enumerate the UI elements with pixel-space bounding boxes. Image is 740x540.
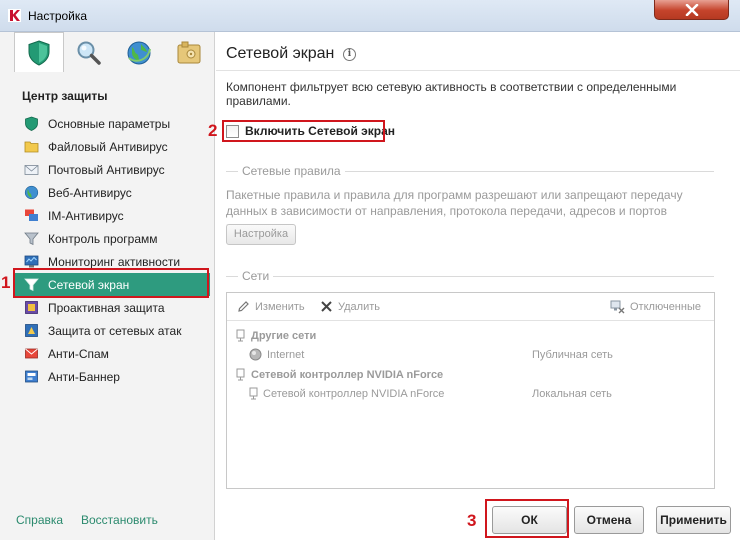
rules-group-title: Сетевые правила xyxy=(238,164,345,178)
networks-group-line xyxy=(226,276,714,277)
rules-group-description: Пакетные правила и правила для программ … xyxy=(226,188,683,234)
sidebar-item-label: Сетевой экран xyxy=(48,277,130,292)
networks-toolbar: Изменить Удалить Отключенные xyxy=(227,293,714,321)
annotation-number: 1 xyxy=(1,273,11,292)
close-icon xyxy=(685,4,699,16)
annotation-number: 2 xyxy=(208,121,218,140)
tab-update[interactable] xyxy=(114,34,164,72)
network-type: Публичная сеть xyxy=(532,348,613,361)
info-icon[interactable]: i xyxy=(343,48,356,61)
sidebar-item-antispam[interactable]: Анти-Спам xyxy=(14,342,210,365)
sidebar-item-app-control[interactable]: Контроль программ xyxy=(14,227,210,250)
network-name: Сетевой контроллер NVIDIA nForce xyxy=(263,387,445,400)
kaspersky-logo-icon xyxy=(8,9,21,22)
close-button[interactable] xyxy=(654,0,729,20)
tab-scan[interactable] xyxy=(64,34,114,72)
sidebar-item-label: Проактивная защита xyxy=(48,300,165,315)
mail-icon xyxy=(24,165,39,175)
disconnected-network-icon xyxy=(610,300,625,314)
im-icon xyxy=(25,209,38,221)
sidebar-item-proactive[interactable]: Проактивная защита xyxy=(14,296,210,319)
sidebar-item-label: IM-Антивирус xyxy=(48,208,124,223)
edit-label: Изменить xyxy=(255,300,305,313)
title-separator xyxy=(216,70,740,71)
magnifier-icon xyxy=(77,41,101,65)
sidebar-item-activity-monitor[interactable]: Мониторинг активности xyxy=(14,250,210,273)
network-group-label: Другие сети xyxy=(251,329,317,342)
globe-icon xyxy=(127,41,151,65)
sidebar-item-label: Контроль программ xyxy=(48,231,158,246)
network-row[interactable]: Сетевой контроллер NVIDIA nForce Локальн… xyxy=(249,387,709,400)
apply-button[interactable]: Применить xyxy=(656,506,731,534)
enable-firewall-label[interactable]: Включить Сетевой экран xyxy=(245,124,395,138)
disconnected-label: Отключенные xyxy=(630,301,701,313)
sidebar-item-label: Анти-Спам xyxy=(48,346,109,361)
annotation-number: 3 xyxy=(467,511,477,530)
disconnected-networks-button[interactable]: Отключенные xyxy=(610,300,701,314)
tab-additional[interactable] xyxy=(164,34,214,72)
page-title: Сетевой экран xyxy=(226,45,335,62)
sidebar-item-network-attack[interactable]: Защита от сетевых атак xyxy=(14,319,210,342)
network-adapter-icon xyxy=(249,387,258,400)
network-type: Локальная сеть xyxy=(532,387,612,400)
sidebar-item-file-antivirus[interactable]: Файловый Антивирус xyxy=(14,135,210,158)
proactive-icon xyxy=(25,301,38,314)
firewall-icon xyxy=(24,278,39,292)
edit-network-button[interactable]: Изменить xyxy=(237,300,305,313)
shield-icon xyxy=(25,116,38,131)
window-title: Настройка xyxy=(28,9,88,23)
sidebar-item-label: Файловый Антивирус xyxy=(48,139,168,154)
sidebar-item-label: Мониторинг активности xyxy=(48,254,181,269)
sidebar: Центр защиты Основные параметры Файловый… xyxy=(0,32,215,540)
safe-icon xyxy=(177,41,201,64)
sidebar-item-label: Веб-Антивирус xyxy=(48,185,132,200)
cancel-button[interactable]: Отмена xyxy=(574,506,644,534)
sidebar-item-label: Основные параметры xyxy=(48,116,171,131)
ok-button[interactable]: ОК xyxy=(492,506,567,534)
network-group-other[interactable]: Другие сети xyxy=(236,329,316,342)
sidebar-item-antibanner[interactable]: Анти-Баннер xyxy=(14,365,210,388)
enable-firewall-checkbox-row[interactable]: Включить Сетевой экран xyxy=(226,124,395,138)
networks-group-title: Сети xyxy=(238,269,274,283)
network-name: Internet xyxy=(267,348,305,361)
network-group-nvidia[interactable]: Сетевой контроллер NVIDIA nForce xyxy=(236,368,443,381)
restore-link[interactable]: Восстановить xyxy=(81,513,158,527)
sidebar-nav: Основные параметры Файловый Антивирус По… xyxy=(14,112,210,388)
pencil-icon xyxy=(238,301,249,312)
antibanner-icon xyxy=(25,370,38,383)
help-link[interactable]: Справка xyxy=(16,513,63,527)
network-adapter-icon xyxy=(236,368,245,381)
sidebar-tabs xyxy=(8,32,215,72)
network-attack-icon xyxy=(25,324,38,337)
globe-icon xyxy=(24,185,39,200)
network-adapter-icon xyxy=(236,329,245,342)
sidebar-item-label: Анти-Баннер xyxy=(48,369,120,384)
sidebar-item-general[interactable]: Основные параметры xyxy=(14,112,210,135)
sidebar-item-label: Почтовый Антивирус xyxy=(48,162,165,177)
rules-settings-button[interactable]: Настройка xyxy=(226,224,296,245)
section-title: Центр защиты xyxy=(22,89,108,103)
antispam-icon xyxy=(25,348,38,359)
folder-icon xyxy=(24,141,39,153)
sidebar-item-mail-antivirus[interactable]: Почтовый Антивирус xyxy=(14,158,210,181)
monitor-icon xyxy=(24,255,39,268)
main-panel: Сетевой экран i Компонент фильтрует всю … xyxy=(216,32,740,540)
delete-label: Удалить xyxy=(338,300,380,313)
component-description: Компонент фильтрует всю сетевую активнос… xyxy=(226,80,677,108)
sidebar-item-web-antivirus[interactable]: Веб-Антивирус xyxy=(14,181,210,204)
internet-globe-icon xyxy=(249,348,262,361)
filter-icon xyxy=(24,232,39,246)
sidebar-item-firewall[interactable]: Сетевой экран xyxy=(14,273,210,296)
tab-protection-center[interactable] xyxy=(14,32,64,72)
sidebar-item-im-antivirus[interactable]: IM-Антивирус xyxy=(14,204,210,227)
delete-icon xyxy=(321,301,332,312)
enable-firewall-checkbox[interactable] xyxy=(226,124,239,138)
sidebar-item-label: Защита от сетевых атак xyxy=(48,323,182,338)
delete-network-button[interactable]: Удалить xyxy=(320,300,380,313)
networks-panel: Изменить Удалить Отключенные Другие сети… xyxy=(226,292,715,489)
network-row[interactable]: Internet Публичная сеть xyxy=(249,348,709,361)
title-bar: Настройка xyxy=(0,0,740,32)
shield-icon xyxy=(28,39,50,66)
network-group-label: Сетевой контроллер NVIDIA nForce xyxy=(251,368,444,381)
